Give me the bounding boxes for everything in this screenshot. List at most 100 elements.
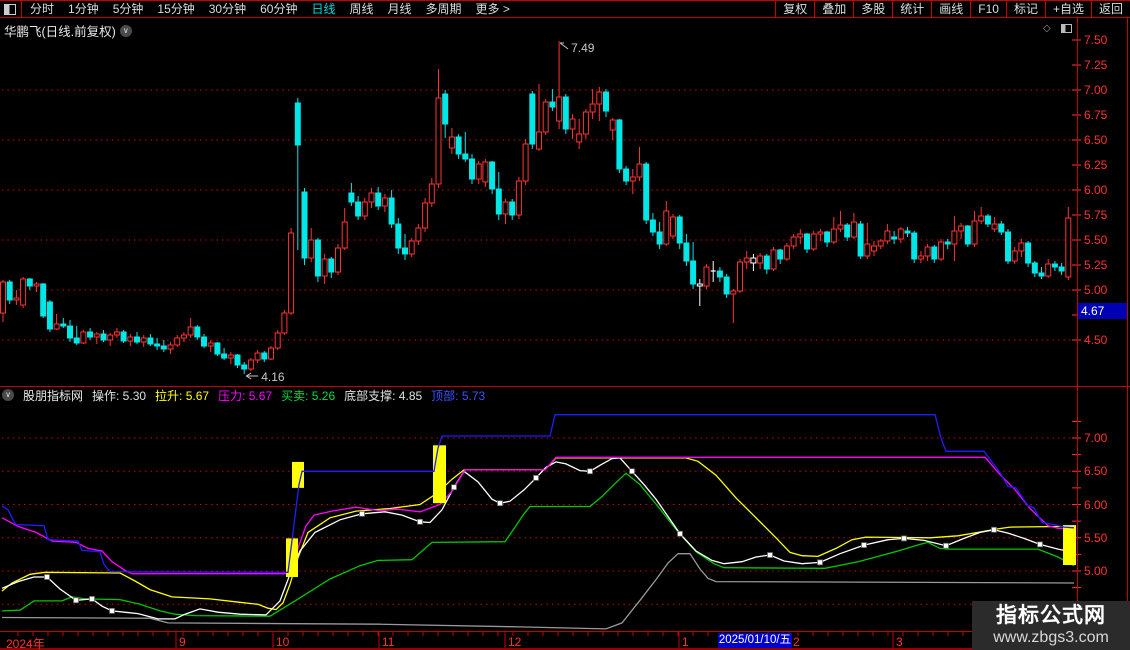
candle-body xyxy=(254,352,261,361)
indicator-line-压力 xyxy=(1,456,1075,575)
panel-y-label: 6.50 xyxy=(1084,464,1108,479)
candle-body xyxy=(402,247,408,255)
candle-body xyxy=(683,242,690,262)
main-y-label: 6.00 xyxy=(1084,183,1108,197)
period-tab-日线[interactable]: 日线 xyxy=(311,1,335,17)
selected-date-badge[interactable]: 2025/01/10/五 xyxy=(718,633,792,648)
candle-body xyxy=(763,255,770,270)
layout-icon[interactable] xyxy=(1061,24,1072,33)
indicator-collapse-icon[interactable]: ∨ xyxy=(2,389,14,401)
candle-body xyxy=(931,246,938,260)
tool-button-复权[interactable]: 复权 xyxy=(775,0,814,18)
candle-body xyxy=(301,191,308,259)
period-tab-15分钟[interactable]: 15分钟 xyxy=(157,1,194,17)
month-label-10: 10 xyxy=(276,635,290,649)
period-tab-月线[interactable]: 月线 xyxy=(388,1,412,17)
candle-body xyxy=(1058,266,1065,272)
tool-button-标记[interactable]: 标记 xyxy=(1005,0,1045,18)
candle-body xyxy=(422,202,429,229)
line-marker xyxy=(89,596,95,602)
candle-body xyxy=(830,228,837,243)
line-marker xyxy=(451,484,457,491)
candle-body xyxy=(589,103,596,113)
period-tab-30分钟[interactable]: 30分钟 xyxy=(209,1,246,17)
candle-body xyxy=(160,345,167,350)
diamond-icon[interactable]: ◇ xyxy=(1043,23,1051,34)
indicator-source: 股朋指标网 xyxy=(23,388,84,403)
line-marker xyxy=(44,574,50,580)
period-tab-分时[interactable]: 分时 xyxy=(30,1,54,17)
candle-body xyxy=(924,246,931,257)
chevron-down-circle-icon[interactable]: ∨ xyxy=(119,24,132,37)
main-y-label: 7.25 xyxy=(1084,58,1108,72)
tool-button-画线[interactable]: 画线 xyxy=(931,0,970,18)
signal-bar xyxy=(433,445,446,504)
period-tab-1分钟[interactable]: 1分钟 xyxy=(68,1,99,17)
candle-body xyxy=(1051,263,1058,268)
line-marker xyxy=(767,552,773,558)
candle-body xyxy=(475,163,482,180)
candle-body xyxy=(562,96,569,130)
top-toolbar: 分时 1分钟 5分钟 15分钟 30分钟 60分钟 日线 周线 月线 多周期 更多 > 复权 叠加 多股… xyxy=(0,0,1130,18)
candle-body xyxy=(187,326,194,336)
tool-button-叠加[interactable]: 叠加 xyxy=(814,0,853,18)
month-label-1: 1 xyxy=(682,635,689,649)
candle-body xyxy=(1045,263,1052,277)
candle-body xyxy=(804,233,810,250)
candle-body xyxy=(261,352,268,360)
candle-body xyxy=(53,323,60,330)
tool-button-多股[interactable]: 多股 xyxy=(853,0,892,18)
candle-body xyxy=(60,323,67,327)
main-y-label: 4.50 xyxy=(1084,333,1108,347)
period-tabs: 分时 1分钟 5分钟 15分钟 30分钟 60分钟 日线 周线 月线 多周期 更多 > xyxy=(22,1,775,17)
candle-body xyxy=(649,219,656,233)
candle-body xyxy=(810,233,817,250)
main-y-label: 5.75 xyxy=(1084,208,1108,222)
chart-canvas[interactable]: 7.49 4.16 xyxy=(0,0,1130,650)
candle-body xyxy=(442,93,449,125)
line-marker xyxy=(817,559,823,566)
candle-body xyxy=(20,278,27,306)
period-tab-60分钟[interactable]: 60分钟 xyxy=(260,1,297,17)
candle-body xyxy=(221,353,228,359)
candle-body xyxy=(871,245,877,252)
panel-y-label: 7.00 xyxy=(1084,431,1108,445)
candle-body xyxy=(636,163,643,178)
line-marker xyxy=(1037,541,1043,548)
candle-body xyxy=(67,325,73,339)
tool-button-返回[interactable]: 返回 xyxy=(1090,0,1130,18)
candle-body xyxy=(100,333,107,341)
tool-button-F10[interactable]: F10 xyxy=(970,0,1006,18)
candle-body xyxy=(428,183,435,204)
period-tab-5分钟[interactable]: 5分钟 xyxy=(113,1,144,17)
candle-body xyxy=(596,91,603,105)
period-tab-多周期[interactable]: 多周期 xyxy=(426,1,462,17)
candle-body xyxy=(991,223,998,230)
candle-body xyxy=(582,111,589,135)
candle-body xyxy=(730,290,737,295)
period-tab-周线[interactable]: 周线 xyxy=(349,1,373,17)
watermark: 指标公式网 www.zbgs3.com xyxy=(972,601,1130,650)
candle-body xyxy=(113,331,120,336)
candle-body xyxy=(616,119,623,170)
candle-body xyxy=(515,180,522,216)
month-label-9: 9 xyxy=(179,635,186,649)
main-y-label: 7.00 xyxy=(1084,83,1108,97)
candle-body xyxy=(308,239,315,259)
candle-body xyxy=(891,236,898,240)
candle-body xyxy=(107,334,114,341)
candle-body xyxy=(643,163,650,221)
period-tab-更多 >[interactable]: 更多 > xyxy=(476,1,510,17)
tool-button-+自选[interactable]: +自选 xyxy=(1044,0,1091,18)
candle-body xyxy=(723,276,730,295)
candle-body xyxy=(0,281,6,314)
candle-body xyxy=(904,230,911,234)
tool-button-统计[interactable]: 统计 xyxy=(892,0,931,18)
candle-body xyxy=(938,241,944,260)
candle-body xyxy=(609,119,616,131)
candle-body xyxy=(556,96,563,122)
candle-body xyxy=(328,258,335,273)
layout-split-icon[interactable] xyxy=(4,3,16,15)
candle-body xyxy=(790,236,797,247)
candle-body xyxy=(381,197,388,207)
